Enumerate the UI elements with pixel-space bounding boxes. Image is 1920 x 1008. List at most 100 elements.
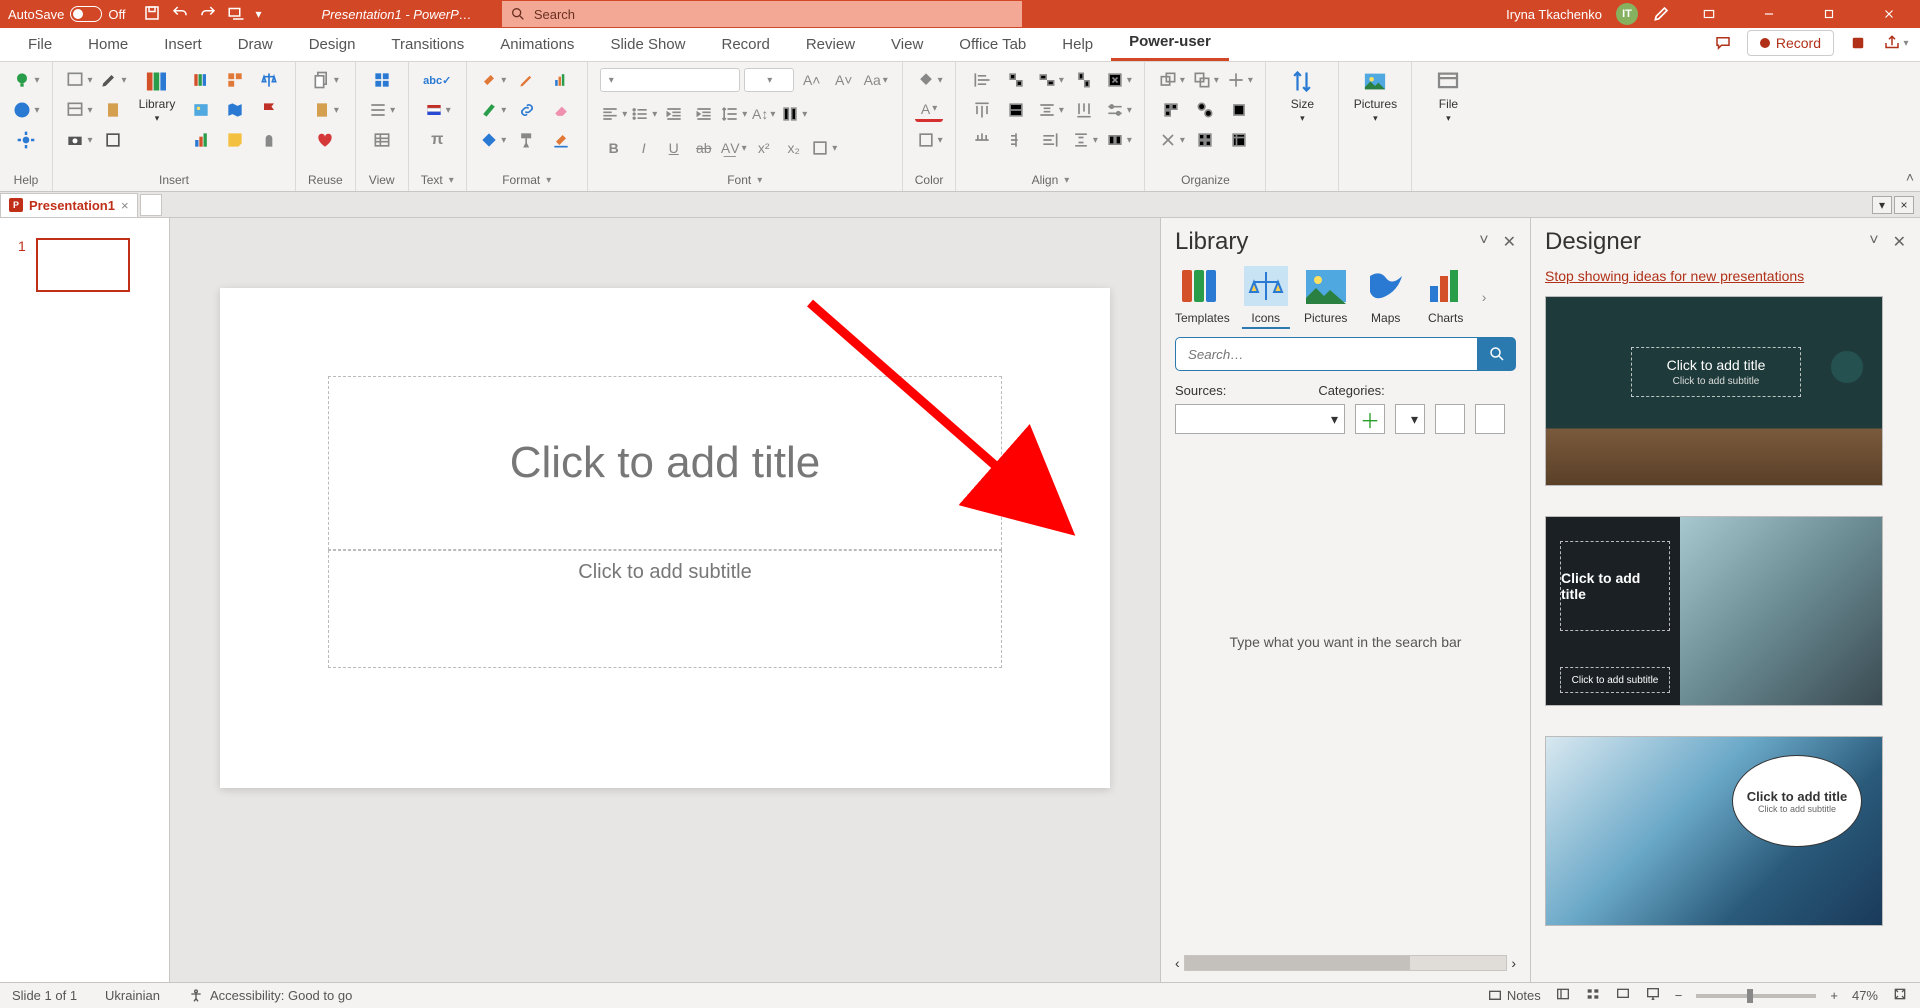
qat-more-icon[interactable]: ▾ [255,7,261,21]
shape-fill-icon[interactable] [915,68,943,92]
zoom-slider[interactable] [1696,994,1816,998]
tab-slide-show[interactable]: Slide Show [592,28,703,61]
status-slide-count[interactable]: Slide 1 of 1 [12,988,77,1003]
designer-stop-link[interactable]: Stop showing ideas for new presentations [1545,268,1906,284]
bullets-icon[interactable] [630,102,658,126]
notes-button[interactable]: Notes [1487,988,1541,1004]
scroll-left-icon[interactable]: ‹ [1175,955,1180,971]
library-extra-1[interactable] [1435,404,1465,434]
insert-flag-icon[interactable] [255,98,283,122]
user-name[interactable]: Iryna Tkachenko [1506,7,1602,22]
align-left-icon[interactable] [600,102,628,126]
text-pi-icon[interactable]: π [423,128,451,152]
view-grid-icon[interactable] [368,68,396,92]
maximize-icon[interactable] [1806,0,1852,28]
superscript-icon[interactable]: x² [750,136,778,160]
zoom-in-icon[interactable]: + [1830,988,1838,1003]
increase-indent-icon[interactable] [690,102,718,126]
categories-add-button[interactable]: ＋ [1355,404,1385,434]
tab-strip-close-icon[interactable]: × [1894,196,1914,214]
decrease-indent-icon[interactable] [660,102,688,126]
scroll-right-icon[interactable]: › [1511,955,1516,971]
reuse-copy-icon[interactable] [311,68,339,92]
format-color-brush-icon[interactable] [547,128,575,152]
help-lightbulb-icon[interactable] [12,68,40,92]
view-table-icon[interactable] [368,128,396,152]
format-chart-icon[interactable] [547,68,575,92]
insert-eyedropper-icon[interactable] [99,68,127,92]
tell-me-search[interactable]: Search [502,1,1022,27]
font-color-icon[interactable]: A [915,98,943,122]
font-size-dropdown[interactable] [744,68,794,92]
document-tab[interactable]: P Presentation1 × [0,193,138,217]
tab-power-user[interactable]: Power-user [1111,25,1229,61]
strike-icon[interactable]: ab [690,136,718,160]
normal-view-icon[interactable] [1555,986,1571,1005]
sorter-view-icon[interactable] [1585,986,1601,1005]
reading-view-icon[interactable] [1615,986,1631,1005]
char-spacing-icon[interactable]: A͟V [720,136,748,160]
insert-books-icon[interactable] [187,68,215,92]
autosave-toggle[interactable]: AutoSave Off [0,6,133,22]
library-search-input[interactable] [1175,337,1478,371]
organize-b3-icon[interactable] [1191,128,1219,152]
align-e1-icon[interactable] [1104,68,1132,92]
organize-a1-icon[interactable] [1157,68,1185,92]
align-c3-icon[interactable] [1036,128,1064,152]
sources-dropdown[interactable]: ▾ [1175,404,1345,434]
insert-frame-icon[interactable] [99,128,127,152]
minimize-icon[interactable] [1746,0,1792,28]
organize-b1-icon[interactable] [1191,68,1219,92]
insert-chart-icon[interactable] [187,128,215,152]
designer-idea-1[interactable]: Click to add titleClick to add subtitle [1545,296,1883,486]
help-gear-icon[interactable] [12,128,40,152]
align-d2-icon[interactable] [1070,98,1098,122]
align-c2-icon[interactable] [1036,98,1064,122]
ribbon-display-icon[interactable] [1686,0,1732,28]
organize-c1-icon[interactable] [1225,68,1253,92]
tab-review[interactable]: Review [788,28,873,61]
present-teams-icon[interactable] [1844,29,1872,57]
size-button[interactable]: Size▾ [1278,68,1326,124]
align-d3-icon[interactable] [1070,128,1098,152]
insert-layout-icon[interactable] [65,98,93,122]
title-placeholder[interactable]: Click to add title [328,376,1002,550]
slideshow-view-icon[interactable] [1645,986,1661,1005]
organize-b2-icon[interactable] [1191,98,1219,122]
insert-scale-icon[interactable] [255,68,283,92]
user-avatar[interactable]: IT [1616,3,1638,25]
organize-c2-icon[interactable] [1225,98,1253,122]
line-spacing-icon[interactable] [720,102,748,126]
reuse-heart-icon[interactable] [311,128,339,152]
file-button[interactable]: File▾ [1424,68,1472,124]
format-highlighter-icon[interactable] [479,98,507,122]
align-a1-icon[interactable] [968,68,996,92]
insert-diagram-icon[interactable] [221,68,249,92]
columns-icon[interactable] [780,102,808,126]
insert-map-icon[interactable] [221,98,249,122]
align-e3-icon[interactable] [1104,128,1132,152]
tab-file[interactable]: File [10,28,70,61]
organize-c3-icon[interactable] [1225,128,1253,152]
close-icon[interactable] [1866,0,1912,28]
format-link-icon[interactable] [513,98,541,122]
collapse-ribbon-icon[interactable]: ˄ [1906,169,1914,185]
format-eyedropper-icon[interactable] [513,68,541,92]
align-e2-icon[interactable] [1104,98,1132,122]
library-tab-icons[interactable]: Icons [1242,264,1290,329]
from-beginning-icon[interactable] [227,4,245,25]
library-tab-pictures[interactable]: Pictures [1302,264,1350,329]
designer-collapse-icon[interactable]: ˅ [1869,232,1878,252]
insert-clipboard-icon[interactable] [99,98,127,122]
organize-a3-icon[interactable] [1157,128,1185,152]
subtitle-placeholder[interactable]: Click to add subtitle [328,550,1002,668]
library-scrollbar[interactable]: ‹› [1175,954,1516,972]
align-c1-icon[interactable] [1036,68,1064,92]
tab-help[interactable]: Help [1044,28,1111,61]
insert-camera-icon[interactable] [65,128,93,152]
format-roller-icon[interactable] [513,128,541,152]
record-button[interactable]: Record [1747,30,1834,56]
accessibility-icon[interactable]: Accessibility: Good to go [188,988,352,1004]
share-icon[interactable] [1882,29,1910,57]
bold-icon[interactable]: B [600,136,628,160]
